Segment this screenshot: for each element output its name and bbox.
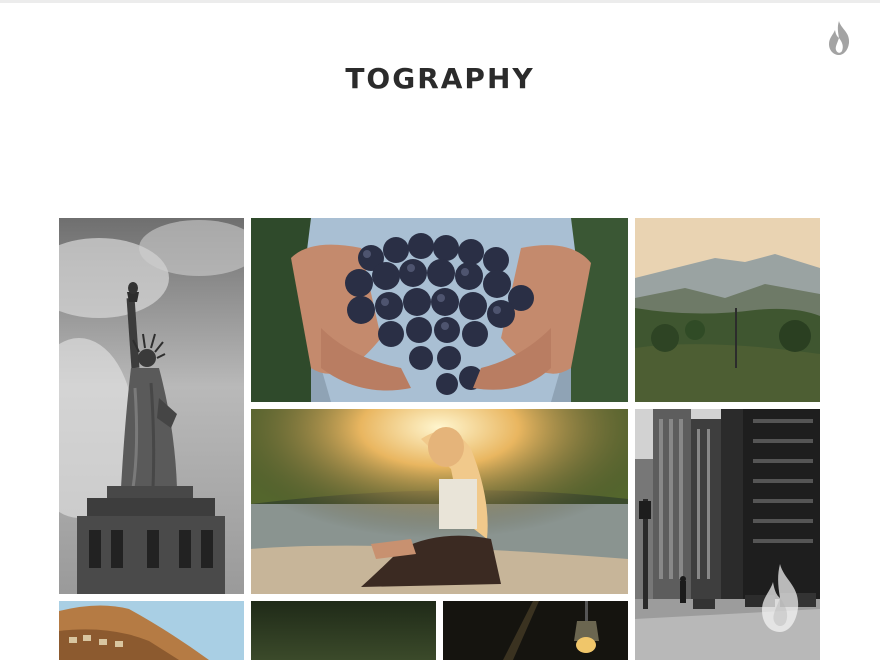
grapes-in-hands-photo[interactable] (251, 218, 628, 402)
flame-icon[interactable] (826, 20, 852, 56)
site-title[interactable]: TOGRAPHY (0, 62, 880, 95)
cliff-town-photo[interactable] (59, 601, 244, 660)
flame-watermark-icon (758, 562, 802, 634)
woman-sunset-lake-photo[interactable] (251, 409, 628, 594)
statue-of-liberty-photo[interactable] (59, 218, 244, 594)
top-border (0, 0, 880, 3)
hanging-lamp-photo[interactable] (443, 601, 628, 660)
dark-green-photo[interactable] (251, 601, 436, 660)
mountain-valley-photo[interactable] (635, 218, 820, 402)
